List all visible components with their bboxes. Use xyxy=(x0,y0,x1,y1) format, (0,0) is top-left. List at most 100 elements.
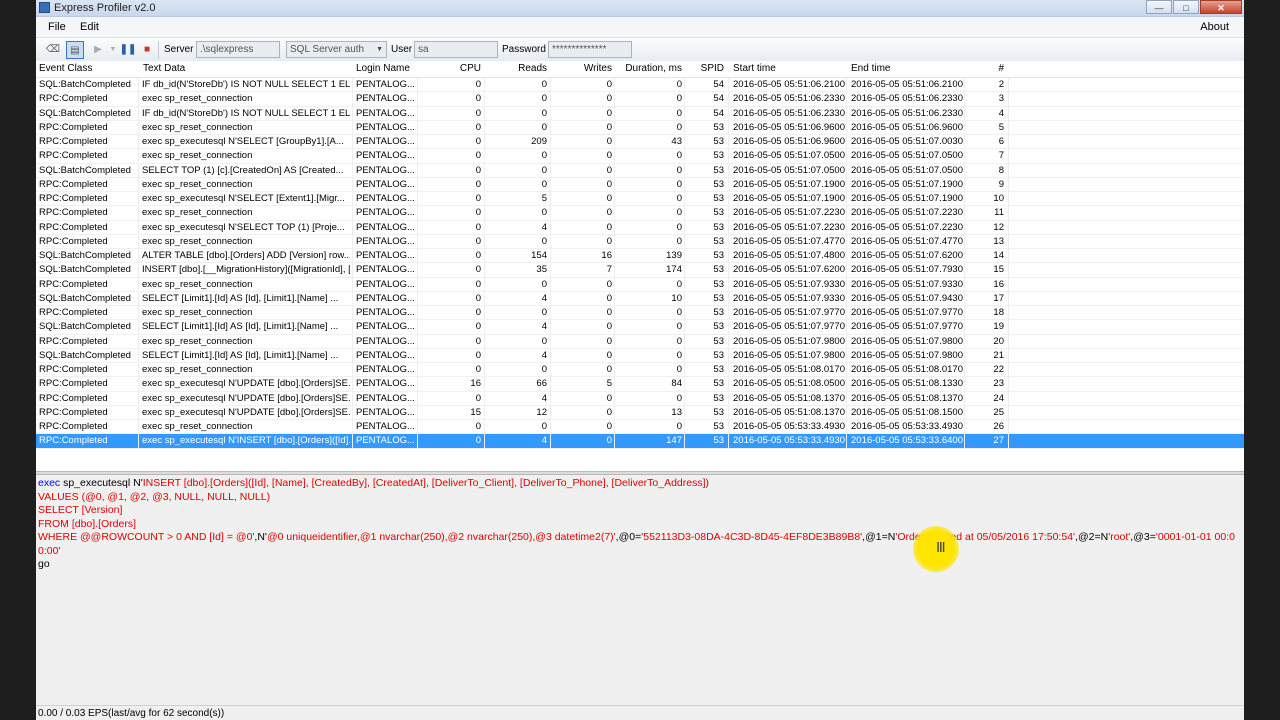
column-text-data[interactable]: Text Data xyxy=(143,63,185,74)
cell-start-time: 2016-05-05 05:51:07.6200 xyxy=(733,264,845,276)
table-row[interactable]: RPC:Completed exec sp_reset_connection PEN… xyxy=(36,149,1244,164)
table-row[interactable]: RPC:Completed exec sp_executesql N'INSERT… xyxy=(36,434,1244,449)
cell-text-data: exec sp_reset_connection xyxy=(142,278,253,290)
menu-about[interactable]: About xyxy=(1200,21,1229,33)
column-divider xyxy=(484,320,485,334)
column-writes[interactable]: Writes xyxy=(552,63,612,74)
column-divider xyxy=(1008,334,1009,348)
table-row[interactable]: RPC:Completed exec sp_reset_connection PEN… xyxy=(36,334,1244,349)
cell-start-time: 2016-05-05 05:53:33.4930 xyxy=(733,421,845,432)
cell-end-time: 2016-05-05 05:51:07.9770 xyxy=(851,321,963,333)
column-divider xyxy=(1008,78,1009,92)
cell-event-class: RPC:Completed xyxy=(39,364,108,375)
cell-cpu: 0 xyxy=(475,307,481,318)
column-start-time[interactable]: Start time xyxy=(733,63,776,74)
column-divider xyxy=(614,106,615,120)
column-divider xyxy=(484,206,485,220)
column-end-time[interactable]: End time xyxy=(851,63,890,74)
column-divider xyxy=(1008,92,1009,106)
table-row[interactable]: SQL:BatchCompleted ALTER TABLE [dbo].[Ord… xyxy=(36,249,1244,264)
table-row[interactable]: RPC:Completed exec sp_reset_connection PEN… xyxy=(36,306,1244,321)
column-divider xyxy=(1008,163,1009,177)
clear-icon[interactable]: ⌫ xyxy=(44,41,62,59)
table-row[interactable]: SQL:BatchCompleted SELECT [Limit1].[Id] A… xyxy=(36,291,1244,306)
cell-event-class: RPC:Completed xyxy=(39,136,108,147)
cell-spid: 53 xyxy=(713,392,724,404)
auth-select[interactable]: SQL Server auth ▼ xyxy=(286,41,387,58)
new-trace-icon[interactable]: ▤ xyxy=(66,41,84,59)
column-cpu[interactable]: CPU xyxy=(419,63,481,74)
close-button[interactable]: ✕ xyxy=(1200,0,1242,14)
cell-login-name: PENTALOG... xyxy=(356,364,415,375)
column-divider xyxy=(484,92,485,106)
column-divider xyxy=(352,434,353,448)
sql-line: SELECT [Version] xyxy=(38,504,123,516)
table-row[interactable]: RPC:Completed exec sp_executesql N'SELECT… xyxy=(36,135,1244,150)
server-input[interactable]: .\sqlexpress xyxy=(196,41,280,58)
column-reads[interactable]: Reads xyxy=(486,63,547,74)
table-row[interactable]: SQL:BatchCompleted SELECT [Limit1].[Id] A… xyxy=(36,348,1244,363)
column-duration[interactable]: Duration, ms xyxy=(616,63,682,74)
cell-number: 25 xyxy=(993,406,1004,418)
cell-number: 2 xyxy=(998,79,1004,90)
column-divider xyxy=(684,149,685,163)
table-row[interactable]: RPC:Completed exec sp_reset_connection PEN… xyxy=(36,234,1244,249)
table-row[interactable]: SQL:BatchCompleted SELECT [Limit1].[Id] A… xyxy=(36,320,1244,335)
cell-event-class: RPC:Completed xyxy=(39,278,108,290)
table-row[interactable]: RPC:Completed exec sp_executesql N'UPDATE… xyxy=(36,377,1244,392)
column-divider xyxy=(728,306,729,320)
cell-start-time: 2016-05-05 05:51:06.2100 xyxy=(733,79,845,90)
table-row[interactable]: SQL:BatchCompleted INSERT [dbo].[__Migrat… xyxy=(36,263,1244,278)
column-divider xyxy=(550,78,551,92)
cell-spid: 53 xyxy=(713,264,724,276)
cell-start-time: 2016-05-05 05:51:07.9330 xyxy=(733,292,845,304)
table-row[interactable]: RPC:Completed exec sp_reset_connection PEN… xyxy=(36,420,1244,435)
table-row[interactable]: SQL:BatchCompleted SELECT TOP (1) [c].[Cr… xyxy=(36,163,1244,178)
cell-login-name: PENTALOG... xyxy=(356,307,415,318)
user-input[interactable]: sa xyxy=(414,41,498,58)
cell-reads: 0 xyxy=(541,93,547,105)
column-divider xyxy=(728,405,729,419)
column-divider xyxy=(728,377,729,391)
column-spid[interactable]: SPID xyxy=(686,63,724,74)
table-row[interactable]: RPC:Completed exec sp_reset_connection PEN… xyxy=(36,92,1244,107)
maximize-button[interactable]: □ xyxy=(1173,0,1199,14)
table-row[interactable]: RPC:Completed exec sp_reset_connection PEN… xyxy=(36,206,1244,221)
column-event-class[interactable]: Event Class xyxy=(39,63,92,74)
menu-file[interactable]: File xyxy=(48,21,66,33)
cell-writes: 0 xyxy=(606,335,612,347)
stop-icon[interactable]: ■ xyxy=(138,41,156,59)
table-row[interactable]: RPC:Completed exec sp_reset_connection PEN… xyxy=(36,363,1244,378)
password-input[interactable]: ************** xyxy=(548,41,632,58)
minimize-button[interactable]: — xyxy=(1146,0,1172,14)
column-divider xyxy=(417,92,418,106)
column-divider xyxy=(550,177,551,191)
table-row[interactable]: RPC:Completed exec sp_reset_connection PEN… xyxy=(36,120,1244,135)
table-row[interactable]: RPC:Completed exec sp_reset_connection PEN… xyxy=(36,277,1244,292)
cell-reads: 0 xyxy=(541,107,547,119)
column-login-name[interactable]: Login Name xyxy=(356,63,410,74)
sql-text-panel[interactable]: exec sp_executesql N'INSERT [dbo].[Order… xyxy=(36,475,1244,705)
cell-end-time: 2016-05-05 05:51:07.9330 xyxy=(851,278,963,290)
cell-number: 7 xyxy=(998,150,1004,162)
pause-icon[interactable]: ❚❚ xyxy=(119,41,137,59)
table-row[interactable]: RPC:Completed exec sp_reset_connection PEN… xyxy=(36,177,1244,192)
table-row[interactable]: SQL:BatchCompleted IF db_id(N'StoreDb') I… xyxy=(36,106,1244,121)
column-divider xyxy=(614,192,615,206)
menu-edit[interactable]: Edit xyxy=(80,21,99,33)
cell-text-data: exec sp_executesql N'UPDATE [dbo].[Order… xyxy=(142,392,350,404)
column-divider xyxy=(684,163,685,177)
cell-writes: 16 xyxy=(601,250,612,261)
cell-event-class: RPC:Completed xyxy=(39,421,108,432)
table-row[interactable]: RPC:Completed exec sp_executesql N'UPDATE… xyxy=(36,405,1244,420)
table-row[interactable]: RPC:Completed exec sp_executesql N'SELECT… xyxy=(36,192,1244,207)
column-divider xyxy=(614,405,615,419)
table-row[interactable]: RPC:Completed exec sp_executesql N'UPDATE… xyxy=(36,391,1244,406)
table-row[interactable]: SQL:BatchCompleted IF db_id(N'StoreDb') I… xyxy=(36,78,1244,93)
table-row[interactable]: RPC:Completed exec sp_executesql N'SELECT… xyxy=(36,220,1244,235)
column-divider xyxy=(728,291,729,305)
cell-end-time: 2016-05-05 05:53:33.4930 xyxy=(851,421,963,432)
cell-start-time: 2016-05-05 05:51:06.9600 xyxy=(733,121,845,133)
column-number[interactable]: # xyxy=(966,63,1004,74)
column-divider xyxy=(417,120,418,134)
